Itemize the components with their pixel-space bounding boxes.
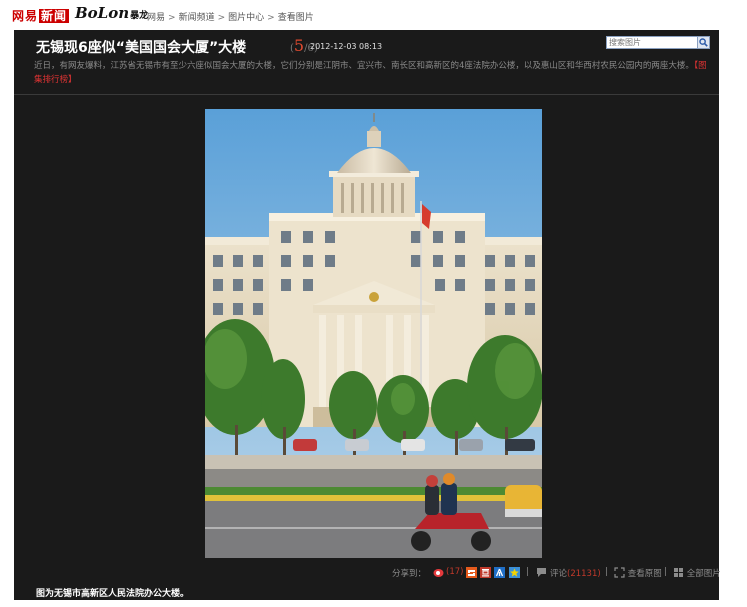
douban-icon (480, 567, 491, 578)
description-text: 近日，有网友爆料，江苏省无锡市有至少六座似国会大厦的大楼，它们分别是江阴市、宜兴… (34, 61, 694, 71)
breadcrumb-item-picture-center[interactable]: 图片中心 (228, 13, 264, 23)
renren-icon (494, 567, 505, 578)
gallery-photo[interactable] (205, 109, 542, 558)
header-divider (14, 94, 719, 95)
douban-share-button[interactable] (480, 567, 491, 578)
weibo-count-value: 17 (449, 567, 461, 577)
weibo-share-count: (17) (446, 567, 464, 577)
weibo-share-button[interactable] (433, 567, 444, 578)
picture-search (606, 36, 710, 49)
court-building-photo (205, 109, 542, 558)
breadcrumb-item-news-channel[interactable]: 新闻频道 (179, 13, 215, 23)
gallery-description: 近日，有网友爆料，江苏省无锡市有至少六座似国会大厦的大楼，它们分别是江阴市、宜兴… (34, 59, 712, 87)
weibo-icon (433, 569, 444, 577)
bolon-logo-text: BoLon (75, 4, 130, 22)
sohu-share-button[interactable] (466, 567, 477, 578)
bolon-logo-subtext: 暴龙 (130, 11, 149, 21)
netease-logo-text: 网易 (12, 9, 39, 23)
view-original-label: 查看原图 (627, 569, 662, 579)
comment-count: (21131) (567, 569, 601, 579)
renren-share-button[interactable] (494, 567, 505, 578)
news-logo-text: 新闻 (39, 9, 70, 23)
share-label: 分享到： (392, 569, 427, 579)
breadcrumb-item-netease[interactable]: 网易 (147, 13, 165, 23)
breadcrumb-item-view-picture: 查看图片 (277, 13, 314, 23)
sohu-icon (466, 567, 477, 578)
publish-date: 2012-12-03 08:13 (310, 42, 383, 51)
breadcrumb: 网易 > 新闻频道 > 图片中心 > 查看图片 (147, 10, 314, 23)
toolbar-separator: | (664, 567, 667, 577)
photo-caption: 图为无锡市高新区人民法院办公大楼。 (36, 589, 190, 599)
qzone-share-button[interactable] (509, 567, 520, 578)
picture-search-input[interactable] (606, 36, 701, 49)
search-icon (699, 38, 708, 47)
breadcrumb-separator: > (217, 13, 226, 23)
view-original-link[interactable]: 查看原图 (614, 567, 662, 579)
expand-icon (614, 567, 625, 578)
gallery-title: 无锡现6座似“美国国会大厦”大楼 (36, 40, 247, 56)
toolbar-separator: | (526, 567, 529, 577)
comment-label: 评论 (550, 569, 568, 579)
all-pictures-link[interactable]: 全部图片 (673, 567, 721, 579)
bolon-sponsor-logo[interactable]: BoLon暴龙 (75, 4, 148, 22)
qzone-icon (509, 567, 520, 578)
comment-link[interactable]: 评论(21131) (550, 567, 601, 579)
search-button[interactable] (697, 36, 710, 49)
grid-icon (674, 568, 683, 577)
counter-current: 5 (293, 36, 305, 55)
all-pictures-label: 全部图片 (686, 569, 721, 579)
netease-news-logo[interactable]: 网易 新闻 (12, 7, 70, 24)
comment-icon (536, 567, 547, 578)
toolbar-separator: | (605, 567, 608, 577)
gallery-panel: 无锡现6座似“美国国会大厦”大楼 (5/6) 2012-12-03 08:13 … (14, 30, 721, 600)
top-bar: 网易 新闻 BoLon暴龙 网易 > 新闻频道 > 图片中心 > 查看图片 (0, 0, 747, 30)
breadcrumb-separator: > (267, 13, 275, 23)
breadcrumb-separator: > (168, 13, 176, 23)
